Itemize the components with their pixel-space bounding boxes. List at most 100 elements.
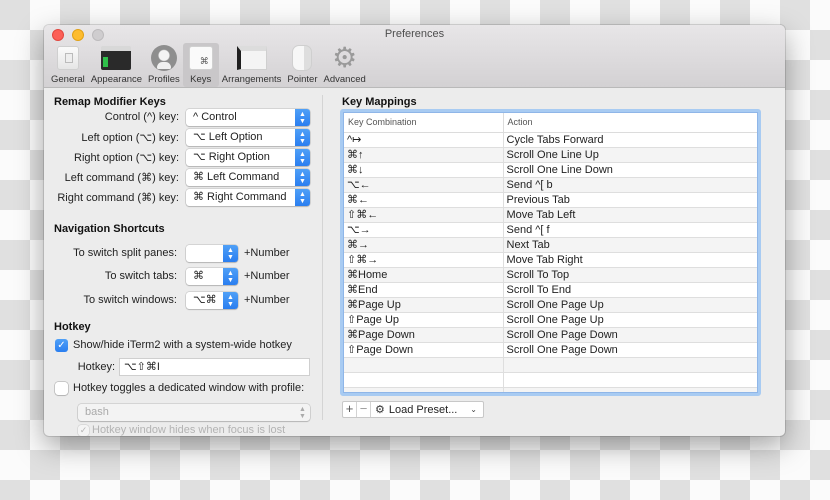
table-row[interactable]: ⇧Page Up Scroll One Page Up: [344, 312, 757, 328]
table-row[interactable]: ⌘↑ Scroll One Line Up: [344, 147, 757, 163]
toolbar: General Appearance Profiles ⌘ Keys Arran…: [48, 43, 369, 87]
action-cell: Send ^[ b: [503, 177, 757, 193]
key-mappings-table[interactable]: Key Combination Action ^↦ Cycle Tabs Forw…: [340, 109, 761, 396]
action-cell: Cycle Tabs Forward: [503, 132, 757, 148]
tab-label: Pointer: [287, 74, 318, 85]
vertical-divider: [322, 95, 323, 420]
right-option-key-select[interactable]: ⌥ Right Option ▲ ▼: [186, 149, 310, 166]
action-cell: Scroll One Page Down: [503, 342, 757, 358]
left-option-key-select[interactable]: ⌥ Left Option ▲ ▼: [186, 129, 310, 146]
empty-cell: [344, 387, 504, 392]
action-cell: Scroll One Line Down: [503, 162, 757, 178]
switch-panes-select[interactable]: ▲ ▼: [186, 245, 238, 262]
select-value: ^ Control: [193, 111, 237, 123]
updown-arrows-icon: ▲ ▼: [295, 129, 310, 146]
tab-advanced[interactable]: ⚙ Advanced: [321, 43, 369, 87]
show-hide-hotkey-label: Show/hide iTerm2 with a system-wide hotk…: [73, 339, 292, 351]
select-value: ⌘ Right Command: [193, 191, 287, 203]
updown-arrows-icon: ▲ ▼: [295, 109, 310, 126]
empty-table-row: [344, 372, 757, 388]
updown-arrows-icon: ▲ ▼: [295, 169, 310, 186]
pointer-icon: [287, 44, 317, 72]
switch-windows-label: To switch windows:: [83, 294, 177, 306]
action-cell: Scroll One Line Up: [503, 147, 757, 163]
updown-arrows-icon: ▲ ▼: [223, 245, 238, 262]
tab-general[interactable]: General: [48, 43, 88, 87]
left-option-key-label: Left option (⌥) key:: [81, 132, 179, 144]
tab-appearance[interactable]: Appearance: [88, 43, 145, 87]
updown-arrows-icon: ▲ ▼: [223, 268, 238, 285]
switch-tabs-label: To switch tabs:: [104, 270, 177, 282]
select-value: ⌥ Right Option: [193, 151, 270, 163]
select-value: bash: [85, 406, 109, 418]
key-combination-cell: ⇧Page Down: [344, 342, 504, 358]
remove-mapping-button[interactable]: −: [357, 402, 371, 417]
key-combination-cell: ⇧Page Up: [344, 312, 504, 328]
hotkey-section-title: Hotkey: [54, 321, 91, 333]
empty-table-row: [344, 387, 757, 392]
action-cell: Scroll One Page Down: [503, 327, 757, 343]
gear-icon: ⚙: [332, 42, 358, 73]
tab-pointer[interactable]: Pointer: [284, 43, 320, 87]
action-cell: Next Tab: [503, 237, 757, 253]
empty-table-row: [344, 357, 757, 373]
dedicated-window-checkbox[interactable]: [55, 382, 68, 395]
table-row[interactable]: ⌘↓ Scroll One Line Down: [344, 162, 757, 178]
key-combination-cell: ⇧⌘←: [344, 207, 504, 223]
empty-cell: [344, 372, 504, 388]
show-hide-hotkey-checkbox[interactable]: ✓: [55, 339, 68, 352]
table-row[interactable]: ⇧Page Down Scroll One Page Down: [344, 342, 757, 358]
tab-label: General: [51, 74, 85, 85]
key-combination-cell: ⌘←: [344, 192, 504, 208]
left-command-key-select[interactable]: ⌘ Left Command ▲ ▼: [186, 169, 310, 186]
tab-profiles[interactable]: Profiles: [145, 43, 183, 87]
key-combination-cell: ⌥→: [344, 222, 504, 238]
table-row[interactable]: ^↦ Cycle Tabs Forward: [344, 132, 757, 148]
add-mapping-button[interactable]: +: [343, 402, 357, 417]
right-command-key-select[interactable]: ⌘ Right Command ▲ ▼: [186, 189, 310, 206]
action-cell: Scroll One Page Up: [503, 297, 757, 313]
gear-icon: ⚙: [375, 404, 385, 416]
table-row[interactable]: ⌘→ Next Tab: [344, 237, 757, 253]
tab-label: Keys: [190, 74, 212, 85]
updown-arrows-icon: ▲ ▼: [295, 149, 310, 166]
table-row[interactable]: ⌘Page Up Scroll One Page Up: [344, 297, 757, 313]
control-key-select[interactable]: ^ Control ▲ ▼: [186, 109, 310, 126]
chevron-down-icon: ⌄: [470, 405, 477, 414]
updown-arrows-icon: ▲ ▼: [223, 292, 238, 309]
load-preset-button[interactable]: ⚙ Load Preset... ⌄: [371, 402, 483, 417]
table-row[interactable]: ⌘Home Scroll To Top: [344, 267, 757, 283]
tab-keys[interactable]: ⌘ Keys: [182, 43, 219, 87]
keys-icon: ⌘: [186, 44, 216, 72]
table-row[interactable]: ⇧⌘→ Move Tab Right: [344, 252, 757, 268]
hides-focus-lost-label: Hotkey window hides when focus is lost: [92, 424, 286, 436]
dedicated-window-label: Hotkey toggles a dedicated window with p…: [73, 382, 305, 394]
key-combination-cell: ⌥←: [344, 177, 504, 193]
hides-focus-lost-checkbox[interactable]: ✓: [78, 425, 89, 436]
switch-windows-select[interactable]: ⌥⌘ ▲ ▼: [186, 292, 238, 309]
tab-label: Advanced: [323, 74, 366, 85]
hotkey-field[interactable]: ⌥⇧⌘I: [119, 358, 310, 376]
empty-cell: [503, 372, 757, 388]
number-suffix: +Number: [244, 247, 290, 259]
profile-select[interactable]: bash ▲ ▼: [78, 404, 310, 421]
table-row[interactable]: ⌥→ Send ^[ f: [344, 222, 757, 238]
switch-tabs-select[interactable]: ⌘ ▲ ▼: [186, 268, 238, 285]
table-row[interactable]: ⌘Page Down Scroll One Page Down: [344, 327, 757, 343]
select-value: ⌘: [193, 270, 204, 282]
tab-label: Appearance: [90, 74, 143, 85]
switch-panes-label: To switch split panes:: [73, 247, 177, 259]
tab-arrangements[interactable]: Arrangements: [219, 43, 285, 87]
key-combination-cell: ⌘↓: [344, 162, 504, 178]
general-icon: [53, 44, 83, 72]
empty-cell: [503, 357, 757, 373]
table-row[interactable]: ⌘← Previous Tab: [344, 192, 757, 208]
key-combination-cell: ^↦: [344, 132, 504, 148]
table-row[interactable]: ⌥← Send ^[ b: [344, 177, 757, 193]
left-command-key-label: Left command (⌘) key:: [64, 172, 179, 184]
column-header-action[interactable]: Action: [503, 113, 757, 133]
table-row[interactable]: ⌘End Scroll To End: [344, 282, 757, 298]
key-combination-cell: ⌘↑: [344, 147, 504, 163]
table-row[interactable]: ⇧⌘← Move Tab Left: [344, 207, 757, 223]
column-header-key-combination[interactable]: Key Combination: [344, 113, 504, 133]
